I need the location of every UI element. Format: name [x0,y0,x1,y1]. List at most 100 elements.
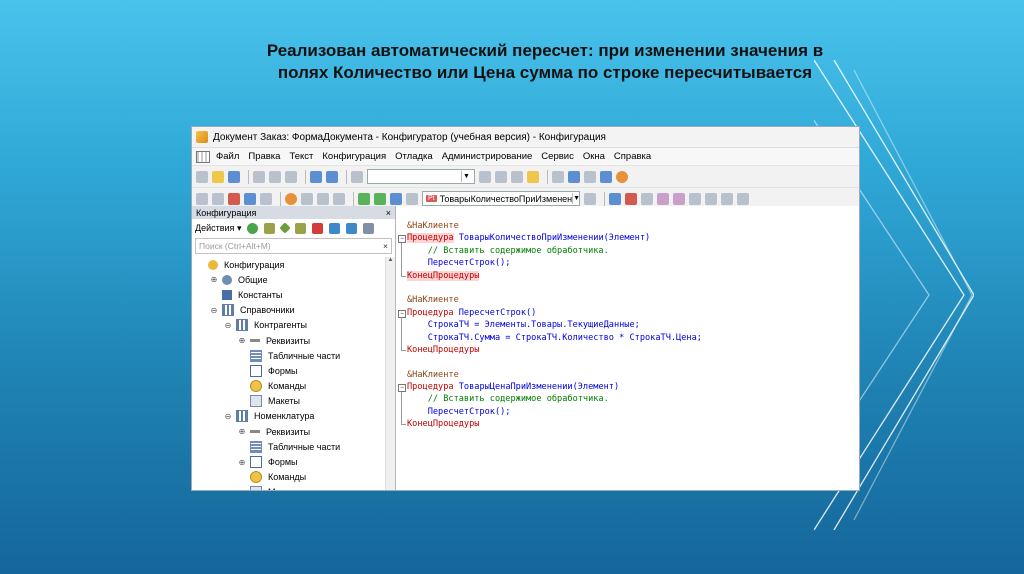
fold-toggle-icon[interactable]: − [398,309,406,318]
undo-icon[interactable] [310,170,322,183]
outdent-icon[interactable] [705,192,717,205]
menu-item-7[interactable]: Окна [583,151,605,162]
comment-icon[interactable] [358,192,370,205]
tree-search-input[interactable]: Поиск (Ctrl+Alt+M) × [195,238,392,254]
update-icon[interactable] [260,192,272,205]
expand-toggle-icon[interactable]: ⊕ [238,336,246,345]
dropdown-icon[interactable] [301,192,313,205]
menu-item-4[interactable]: Отладка [395,151,433,162]
move-up-icon[interactable] [329,222,341,234]
format-icon[interactable] [657,192,669,205]
scroll-up-icon[interactable]: ▲ [386,257,395,266]
tree-item[interactable]: ⊕ Общие [192,272,385,287]
properties-icon[interactable] [600,170,612,183]
block-icon[interactable] [673,192,685,205]
fold-toggle-icon[interactable]: − [398,235,406,244]
tree-item[interactable]: ⊖ Справочники [192,303,385,318]
expand-toggle-icon[interactable]: ⊖ [210,306,218,315]
tree-item[interactable]: Табличные части [192,348,385,363]
goto-definition-icon[interactable] [390,192,402,205]
menu-item-0[interactable]: Файл [216,151,239,162]
tree-item[interactable]: Табличные части [192,439,385,454]
cut-icon[interactable] [253,170,265,183]
filter-icon[interactable] [363,222,375,234]
menu-item-6[interactable]: Сервис [541,151,574,162]
syntax-assist-icon[interactable] [568,170,580,183]
bookmark-icon[interactable] [527,170,539,183]
expand-toggle-icon[interactable]: ⊕ [210,275,218,284]
find-next-icon[interactable] [479,170,491,183]
expand-toggle-icon[interactable]: ⊖ [224,412,232,421]
wrap-icon[interactable] [721,192,733,205]
chevron-down-icon[interactable]: ▼ [461,171,471,182]
tree-item[interactable]: Константы [192,287,385,302]
menu-item-3[interactable]: Конфигурация [322,151,386,162]
run-debug-icon[interactable] [228,192,240,205]
tree-item[interactable]: ⊖ Контрагенты [192,318,385,333]
breakpoint-icon[interactable] [333,192,345,205]
save-icon[interactable] [228,170,240,183]
uncomment-icon[interactable] [374,192,386,205]
close-icon[interactable]: × [386,208,391,218]
tree-item[interactable]: Конфигурация [192,257,385,272]
constructor-icon[interactable] [641,192,653,205]
fold-line [401,243,402,277]
actions-menu[interactable]: Действия ▾ [195,223,241,234]
goto-icon[interactable] [584,192,596,205]
fold-toggle-icon[interactable]: − [398,384,406,393]
module-list-icon[interactable] [317,192,329,205]
tree-item[interactable]: Команды [192,470,385,485]
list-icon[interactable] [584,170,596,183]
paste-icon[interactable] [285,170,297,183]
open-icon[interactable] [212,170,224,183]
form-icon[interactable] [212,192,224,205]
menu-grid-icon[interactable] [196,150,210,163]
help-icon[interactable] [616,170,628,183]
tree-scrollbar[interactable]: ▲ [385,257,395,490]
window-icon[interactable] [552,170,564,183]
find-icon[interactable] [351,170,363,183]
start-debug-icon[interactable] [285,192,297,205]
tree-item[interactable]: ⊕ Формы [192,454,385,469]
copy-icon[interactable] [269,170,281,183]
add-child-icon[interactable] [264,222,276,234]
module-icon[interactable] [196,192,208,205]
tree-item[interactable]: Команды [192,379,385,394]
procedure-combo[interactable]: Pt ТоварыКоличествоПриИзменен ▼ [422,191,580,206]
menu-item-1[interactable]: Правка [248,151,280,162]
db-icon[interactable] [609,192,621,205]
expand-toggle-icon[interactable]: ⊕ [238,458,246,467]
tree-item[interactable]: Макеты [192,485,385,490]
clear-search-icon[interactable]: × [383,241,388,251]
code-line: &НаКлиенте [407,220,702,232]
procedure-combo-value: ТоварыКоличествоПриИзменен [439,193,573,204]
menu-item-2[interactable]: Текст [289,151,313,162]
code-editor[interactable]: − − − &НаКлиенте Процедура ТоварыКоличество… [396,206,859,490]
add-icon[interactable] [247,222,259,234]
copy-object-icon[interactable] [295,222,307,234]
expand-toggle-icon[interactable]: ⊖ [224,321,232,330]
new-icon[interactable] [196,170,208,183]
replace-icon[interactable] [511,170,523,183]
move-down-icon[interactable] [346,222,358,234]
misc-icon[interactable] [737,192,749,205]
structure-icon[interactable] [244,192,256,205]
indent-icon[interactable] [689,192,701,205]
tree-item[interactable]: ⊖ Номенклатура [192,409,385,424]
find-prev-icon[interactable] [495,170,507,183]
delete-icon[interactable] [312,222,324,234]
menu-item-5[interactable]: Администрирование [442,151,533,162]
search-combo[interactable]: ▼ [367,169,475,184]
redo-icon[interactable] [326,170,338,183]
edit-icon[interactable] [279,222,292,234]
chevron-down-icon[interactable]: ▼ [572,193,580,204]
code-token: &НаКлиенте [407,295,459,306]
menu-item-8[interactable]: Справка [614,151,651,162]
tree-item[interactable]: ⊕ Реквизиты [192,424,385,439]
expand-toggle-icon[interactable]: ⊕ [238,427,246,436]
tree-item[interactable]: ⊕ Реквизиты [192,333,385,348]
tree-item[interactable]: Макеты [192,394,385,409]
query-icon[interactable] [625,192,637,205]
tree-item[interactable]: Формы [192,363,385,378]
procedure-list-icon[interactable] [406,192,418,205]
